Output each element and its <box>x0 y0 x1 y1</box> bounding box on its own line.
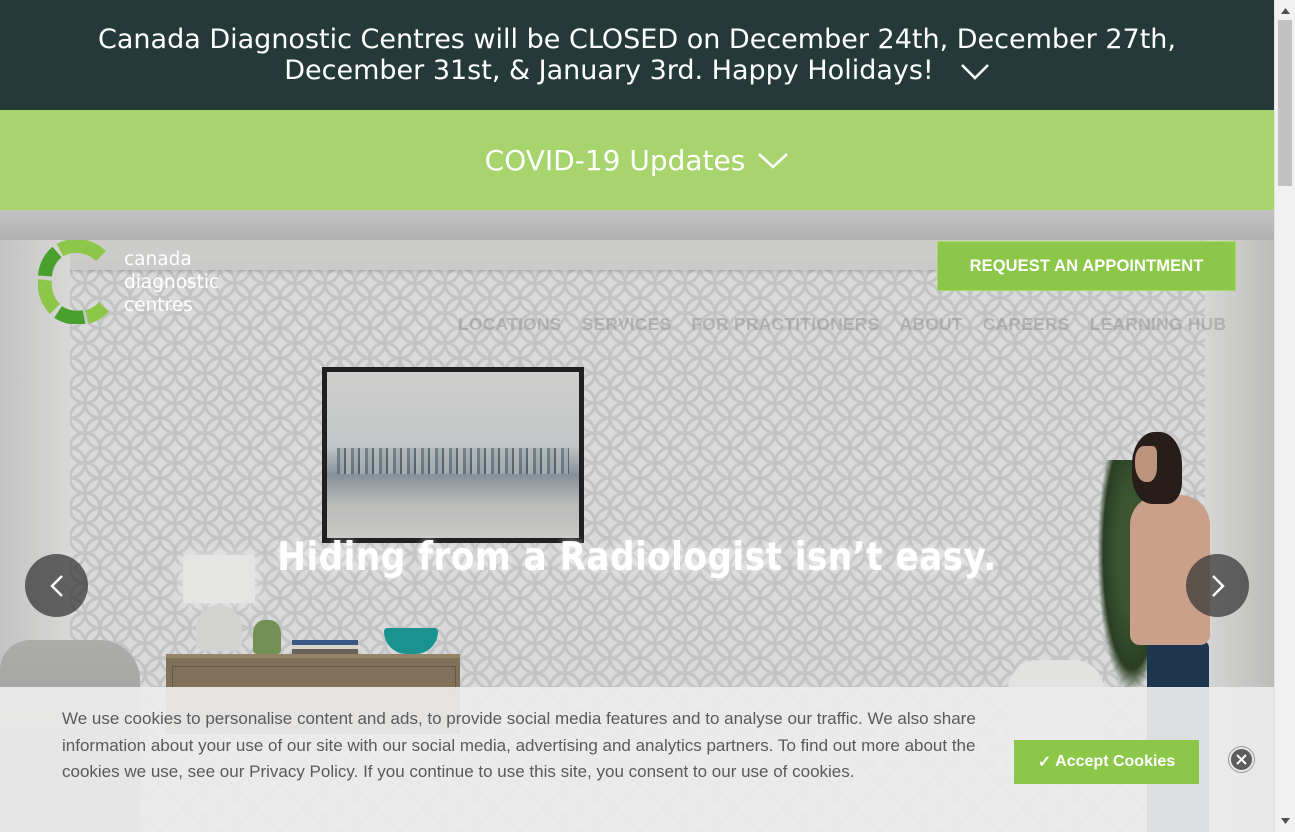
covid-updates-label: COVID-19 Updates <box>484 143 746 177</box>
accept-cookies-button[interactable]: ✓ Accept Cookies <box>1014 740 1199 784</box>
slider-next-button[interactable] <box>1186 554 1249 617</box>
scroll-down-button[interactable] <box>1275 812 1295 830</box>
close-icon <box>1236 754 1247 765</box>
holiday-announcement: Canada Diagnostic Centres will be CLOSED… <box>77 24 1197 86</box>
nav-item-about[interactable]: ABOUT <box>899 314 962 335</box>
nav-item-locations[interactable]: LOCATIONS <box>458 314 562 335</box>
main-nav: LOCATIONS SERVICES FOR PRACTITIONERS ABO… <box>458 314 1246 335</box>
logo-mark-icon <box>38 240 110 324</box>
logo-wordmark: canada diagnostic centres <box>124 248 219 317</box>
hero-headline: Hiding from a Radiologist isn’t easy. <box>277 535 997 580</box>
logo-line: canada <box>124 249 192 270</box>
triangle-down-icon <box>1280 818 1290 824</box>
cookie-message: We use cookies to personalise content an… <box>62 709 976 782</box>
chevron-right-icon <box>1211 574 1225 597</box>
slider-prev-button[interactable] <box>25 554 88 617</box>
logo-line: centres <box>124 295 193 316</box>
site-logo[interactable]: canada diagnostic centres <box>38 240 238 326</box>
nav-item-learning-hub[interactable]: LEARNING HUB <box>1090 314 1227 335</box>
nav-item-careers[interactable]: CAREERS <box>983 314 1070 335</box>
nav-item-services[interactable]: SERVICES <box>582 314 672 335</box>
checkmark-icon: ✓ <box>1037 754 1052 771</box>
accept-cookies-label: Accept Cookies <box>1055 753 1176 770</box>
chevron-left-icon <box>49 574 63 597</box>
chevron-down-icon[interactable] <box>960 63 990 81</box>
cookie-close-button[interactable] <box>1229 747 1254 772</box>
holiday-announcement-text: Canada Diagnostic Centres will be CLOSED… <box>98 24 1176 86</box>
scrollbar-thumb[interactable] <box>1278 20 1292 186</box>
cookie-banner: We use cookies to personalise content an… <box>0 687 1274 832</box>
triangle-up-icon <box>1280 8 1290 14</box>
chevron-down-icon <box>758 153 789 169</box>
covid-updates-bar[interactable]: COVID-19 Updates <box>0 110 1274 210</box>
holiday-announcement-bar[interactable]: Canada Diagnostic Centres will be CLOSED… <box>0 0 1274 110</box>
nav-item-for-practitioners[interactable]: FOR PRACTITIONERS <box>691 314 879 335</box>
request-appointment-button[interactable]: REQUEST AN APPOINTMENT <box>937 241 1236 291</box>
logo-line: diagnostic <box>124 272 220 293</box>
page-scrollbar[interactable] <box>1274 0 1295 832</box>
scroll-up-button[interactable] <box>1275 2 1295 20</box>
